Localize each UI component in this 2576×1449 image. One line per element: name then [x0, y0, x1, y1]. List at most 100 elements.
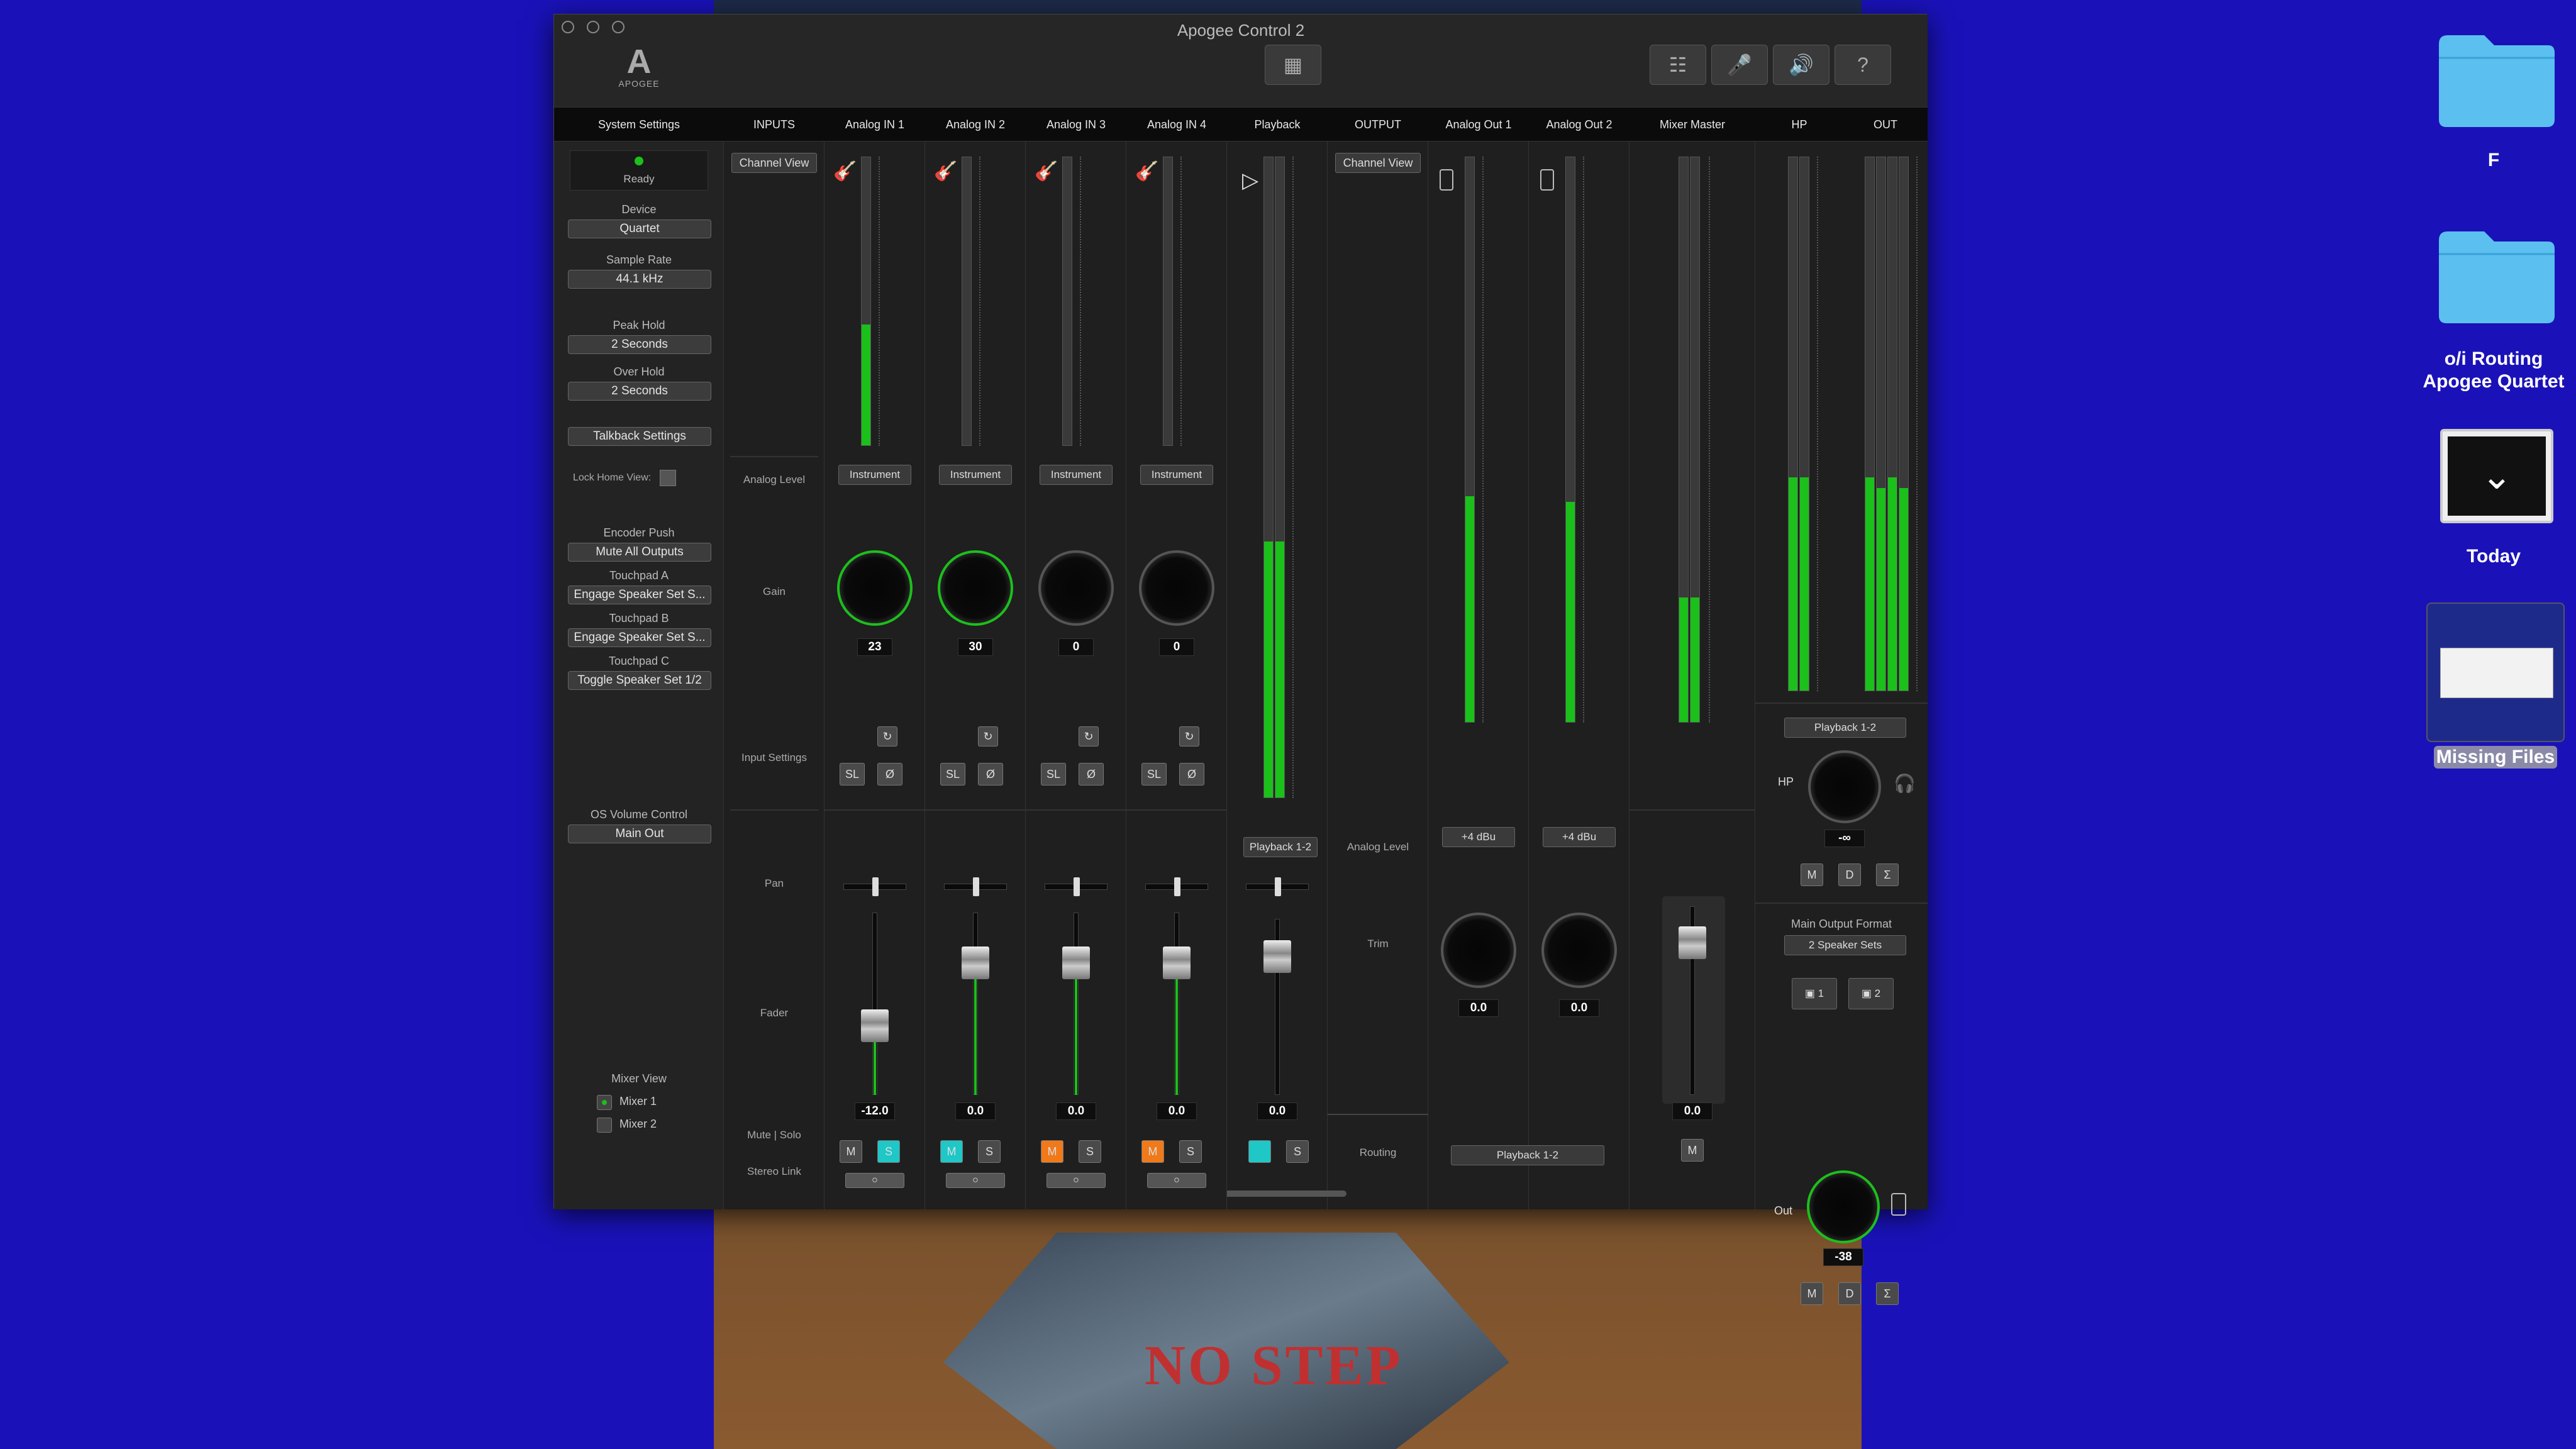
os-volume-select[interactable]: Main Out	[568, 824, 711, 843]
over-hold-select[interactable]: 2 Seconds	[568, 382, 711, 401]
analog-level-select[interactable]: Instrument	[838, 465, 911, 485]
lock-home-checkbox[interactable]	[660, 470, 676, 486]
touchpad-c-select[interactable]: Toggle Speaker Set 1/2	[568, 671, 711, 690]
out-mono-button[interactable]: Σ	[1876, 1282, 1899, 1305]
touchpad-b-select[interactable]: Engage Speaker Set S...	[568, 628, 711, 647]
hp-dim-button[interactable]: D	[1838, 863, 1861, 886]
stack-icon[interactable]: ⌄	[2440, 429, 2553, 523]
reset-icon[interactable]: ↻	[978, 726, 998, 747]
mixer-1-radio[interactable]	[597, 1095, 612, 1110]
analog-level-select[interactable]: Instrument	[1040, 465, 1113, 485]
fader-handle[interactable]	[861, 1009, 889, 1042]
stereo-link-button[interactable]: ○	[845, 1173, 904, 1188]
touchpad-b-label: Touchpad B	[609, 612, 669, 625]
folder-icon[interactable]	[2434, 221, 2560, 331]
playback-fader-value: 0.0	[1257, 1102, 1297, 1120]
inputs-channel-view-button[interactable]: Channel View	[731, 153, 817, 173]
help-button[interactable]: ?	[1835, 45, 1891, 85]
input-settings-label: Input Settings	[741, 752, 807, 763]
hp-mute-button[interactable]: M	[1801, 863, 1823, 886]
gain-knob[interactable]	[938, 550, 1013, 626]
out1-trim-knob[interactable]	[1441, 913, 1516, 988]
out-volume-knob[interactable]	[1807, 1170, 1880, 1243]
mixer-master-fader-value: 0.0	[1672, 1102, 1713, 1120]
reset-icon[interactable]: ↻	[1079, 726, 1099, 747]
fader-handle[interactable]	[1163, 947, 1191, 979]
main-output-format-select[interactable]: 2 Speaker Sets	[1784, 935, 1906, 955]
hp-source-select[interactable]: Playback 1-2	[1784, 718, 1906, 738]
mixer-view-button[interactable]: ☷	[1650, 45, 1706, 85]
solo-button[interactable]: S	[1079, 1140, 1101, 1163]
fader-handle[interactable]	[1062, 947, 1090, 979]
mute-button[interactable]: M	[1141, 1140, 1164, 1163]
solo-button[interactable]: S	[978, 1140, 1001, 1163]
out2-trim-knob[interactable]	[1541, 913, 1617, 988]
encoder-push-select[interactable]: Mute All Outputs	[568, 543, 711, 562]
output-channel-view-button[interactable]: Channel View	[1335, 153, 1421, 173]
out1-level-select[interactable]: +4 dBu	[1442, 827, 1515, 847]
pan-handle[interactable]	[872, 877, 879, 896]
talkback-settings-button[interactable]: Talkback Settings	[568, 427, 711, 446]
input-view-button[interactable]: 🎤	[1711, 45, 1768, 85]
mixer-master-mute-button[interactable]: M	[1681, 1139, 1704, 1162]
out-dim-button[interactable]: D	[1838, 1282, 1861, 1305]
soft-limit-button[interactable]: SL	[1041, 763, 1066, 786]
pan-handle[interactable]	[973, 877, 979, 896]
gain-knob[interactable]	[1038, 550, 1114, 626]
soft-limit-button[interactable]: SL	[1141, 763, 1167, 786]
gain-knob[interactable]	[837, 550, 913, 626]
analog-level-select[interactable]: Instrument	[939, 465, 1012, 485]
reset-icon[interactable]: ↻	[877, 726, 897, 747]
mute-button[interactable]: M	[840, 1140, 862, 1163]
playback-source-select[interactable]: Playback 1-2	[1243, 837, 1318, 857]
routing-select[interactable]: Playback 1-2	[1451, 1145, 1604, 1165]
missing-files-label: Missing Files	[2434, 746, 2557, 769]
header-system-settings[interactable]: System Settings	[554, 108, 724, 142]
header-output: OUTPUT	[1355, 118, 1401, 131]
analog-level-label: Analog Level	[743, 474, 806, 486]
speaker-set-1-button[interactable]: ▣ 1	[1792, 978, 1837, 1009]
analog-in-2-strip: 🎸 Instrument 30 ↻ SL Ø 0.0 M S ○	[925, 142, 1026, 1209]
out2-level-select[interactable]: +4 dBu	[1543, 827, 1616, 847]
channel-header-row: System Settings INPUTS Analog IN 1 Analo…	[554, 108, 1928, 142]
phase-button[interactable]: Ø	[877, 763, 902, 786]
fader-value: 0.0	[955, 1102, 996, 1120]
playback-solo-button[interactable]: S	[1286, 1140, 1309, 1163]
soft-limit-button[interactable]: SL	[940, 763, 965, 786]
soft-limit-button[interactable]: SL	[840, 763, 865, 786]
solo-button[interactable]: S	[877, 1140, 900, 1163]
mute-button[interactable]: M	[1041, 1140, 1063, 1163]
mixer-2-radio[interactable]	[597, 1118, 612, 1133]
phase-button[interactable]: Ø	[1079, 763, 1104, 786]
fader-handle[interactable]	[962, 947, 989, 979]
out-mute-button[interactable]: M	[1801, 1282, 1823, 1305]
hp-mono-button[interactable]: Σ	[1876, 863, 1899, 886]
solo-button[interactable]: S	[1179, 1140, 1202, 1163]
mixer-master-fader-handle[interactable]	[1679, 926, 1706, 959]
device-button[interactable]: ▦	[1265, 45, 1321, 85]
phase-button[interactable]: Ø	[1179, 763, 1204, 786]
analog-level-select[interactable]: Instrument	[1140, 465, 1213, 485]
sample-rate-select[interactable]: 44.1 kHz	[568, 270, 711, 289]
document-thumbnail[interactable]	[2426, 602, 2565, 742]
playback-fader-handle[interactable]	[1263, 940, 1291, 973]
stereo-link-button[interactable]: ○	[1046, 1173, 1106, 1188]
pan-handle[interactable]	[1174, 877, 1180, 896]
speaker-set-2-button[interactable]: ▣ 2	[1848, 978, 1894, 1009]
gain-knob[interactable]	[1139, 550, 1214, 626]
pan-handle[interactable]	[1074, 877, 1080, 896]
reset-icon[interactable]: ↻	[1179, 726, 1199, 747]
stereo-link-button[interactable]: ○	[946, 1173, 1005, 1188]
folder-icon[interactable]	[2434, 25, 2560, 135]
header-analog-in-4: Analog IN 4	[1146, 118, 1207, 131]
peak-hold-select[interactable]: 2 Seconds	[568, 335, 711, 354]
playback-mute-button[interactable]	[1248, 1140, 1271, 1163]
playback-pan-handle[interactable]	[1275, 877, 1281, 896]
stereo-link-button[interactable]: ○	[1147, 1173, 1206, 1188]
mute-button[interactable]: M	[940, 1140, 963, 1163]
device-select[interactable]: Quartet	[568, 219, 711, 238]
touchpad-a-select[interactable]: Engage Speaker Set S...	[568, 586, 711, 604]
hp-volume-knob[interactable]	[1808, 750, 1881, 823]
phase-button[interactable]: Ø	[978, 763, 1003, 786]
output-view-button[interactable]: 🔊	[1773, 45, 1829, 85]
